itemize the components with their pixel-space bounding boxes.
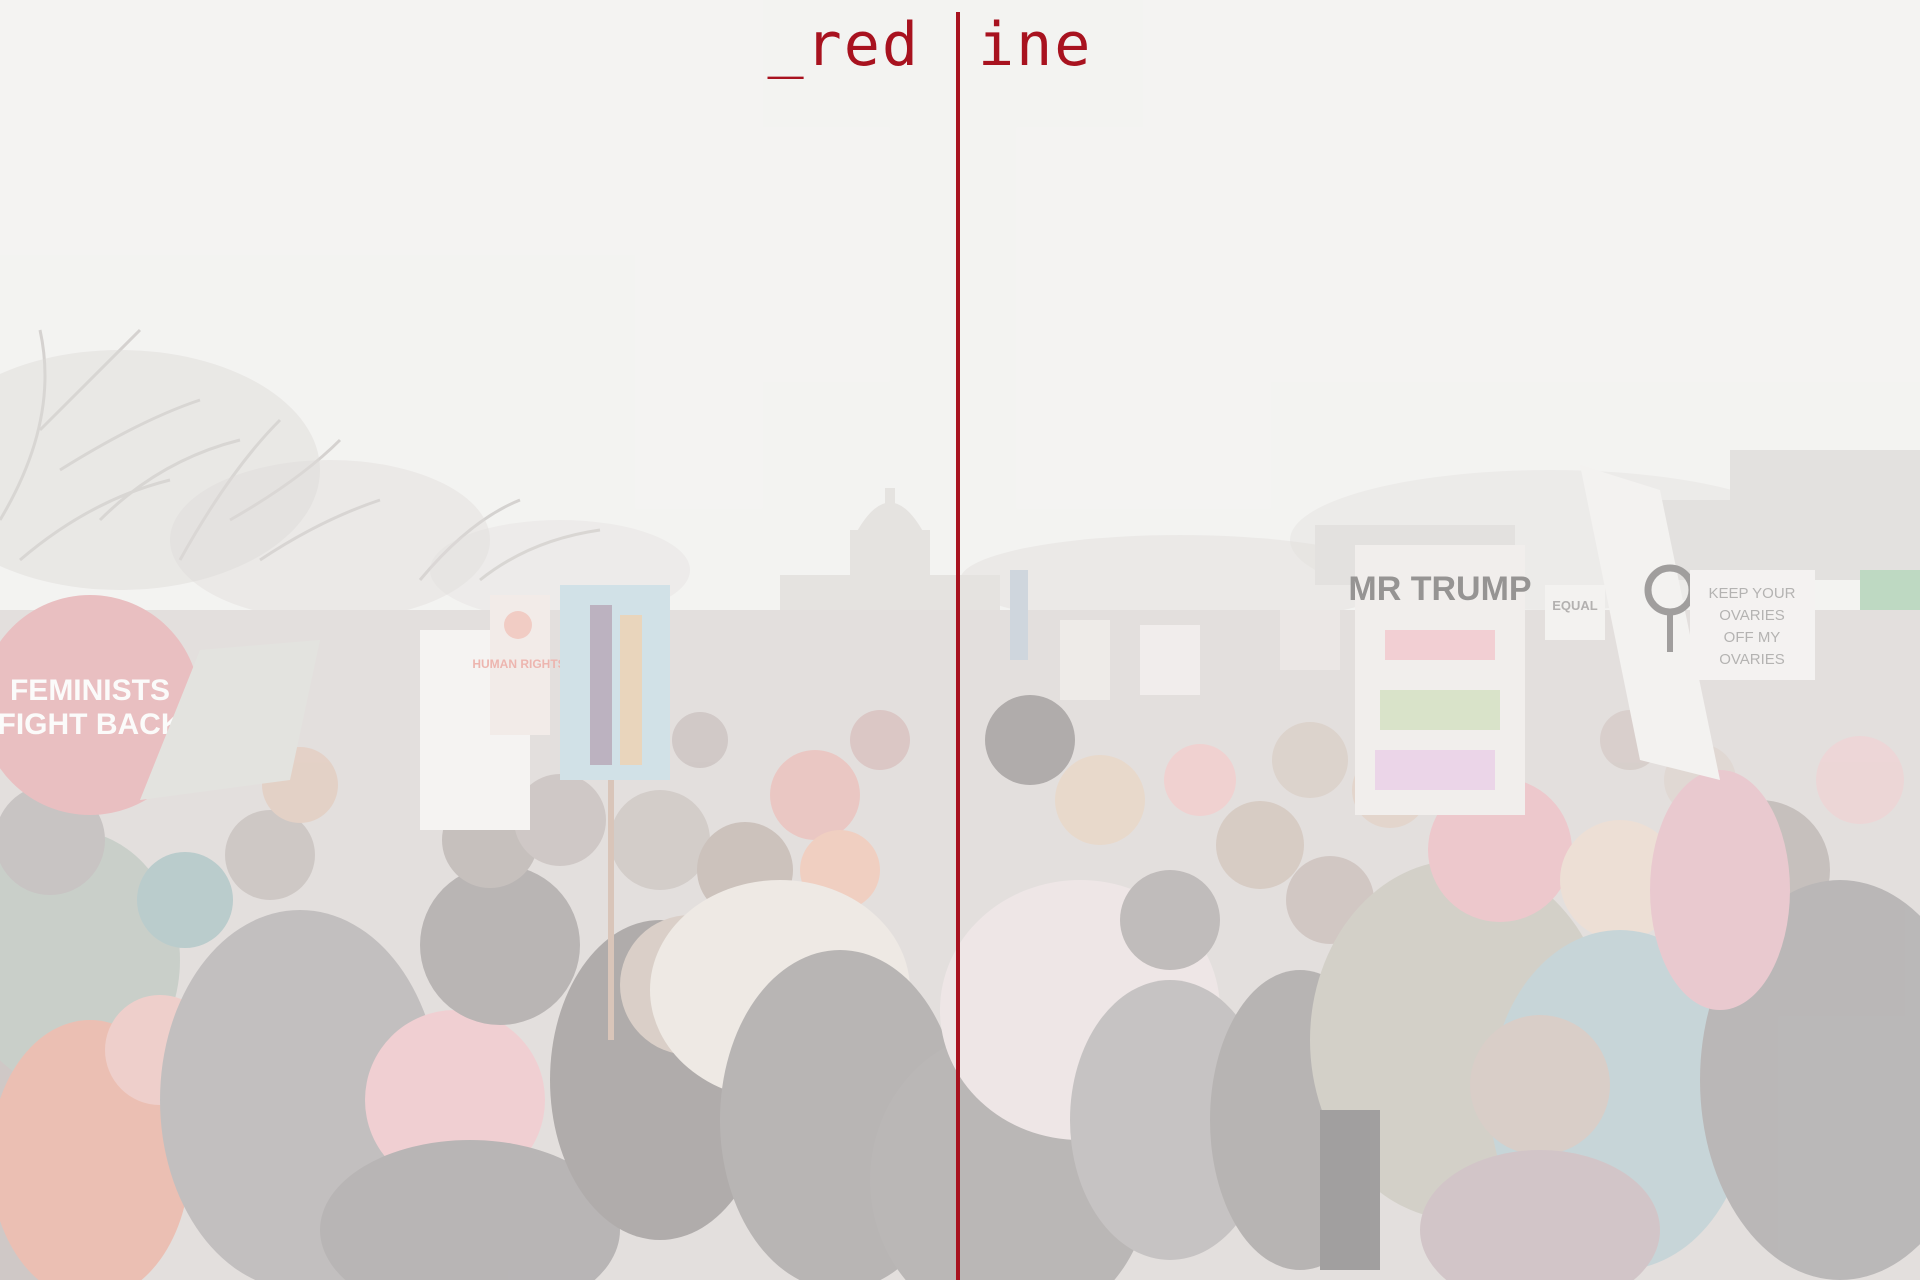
svg-text:OVARIES: OVARIES <box>1719 607 1785 624</box>
svg-text:OVARIES: OVARIES <box>1719 651 1785 668</box>
sign-mr-trump: MR TRUMP <box>1348 545 1532 815</box>
logo-left-text: _red <box>767 10 920 80</box>
redline-logo[interactable]: _red ine <box>0 10 1920 80</box>
page: FEMINISTS FIGHT BACK HUMAN RIGHTS MR TRU… <box>0 0 1920 1280</box>
svg-text:KEEP YOUR: KEEP YOUR <box>1709 585 1796 602</box>
logo-right-text: ine <box>978 10 1093 80</box>
svg-text:FEMINISTS: FEMINISTS <box>10 674 170 707</box>
svg-text:MR TRUMP: MR TRUMP <box>1348 570 1531 608</box>
red-divider-line <box>956 12 960 1280</box>
sign-keep-your-ovaries: KEEP YOUR OVARIES OFF MY OVARIES <box>1690 570 1815 680</box>
svg-text:FIGHT BACK: FIGHT BACK <box>0 708 183 741</box>
svg-text:EQUAL: EQUAL <box>1552 598 1598 613</box>
sign-green <box>1860 570 1920 610</box>
protest-crowd-photo: FEMINISTS FIGHT BACK HUMAN RIGHTS MR TRU… <box>0 0 1920 1280</box>
svg-text:HUMAN RIGHTS: HUMAN RIGHTS <box>472 657 565 671</box>
sign-equal: EQUAL <box>1545 585 1605 640</box>
svg-text:OFF MY: OFF MY <box>1724 629 1781 646</box>
